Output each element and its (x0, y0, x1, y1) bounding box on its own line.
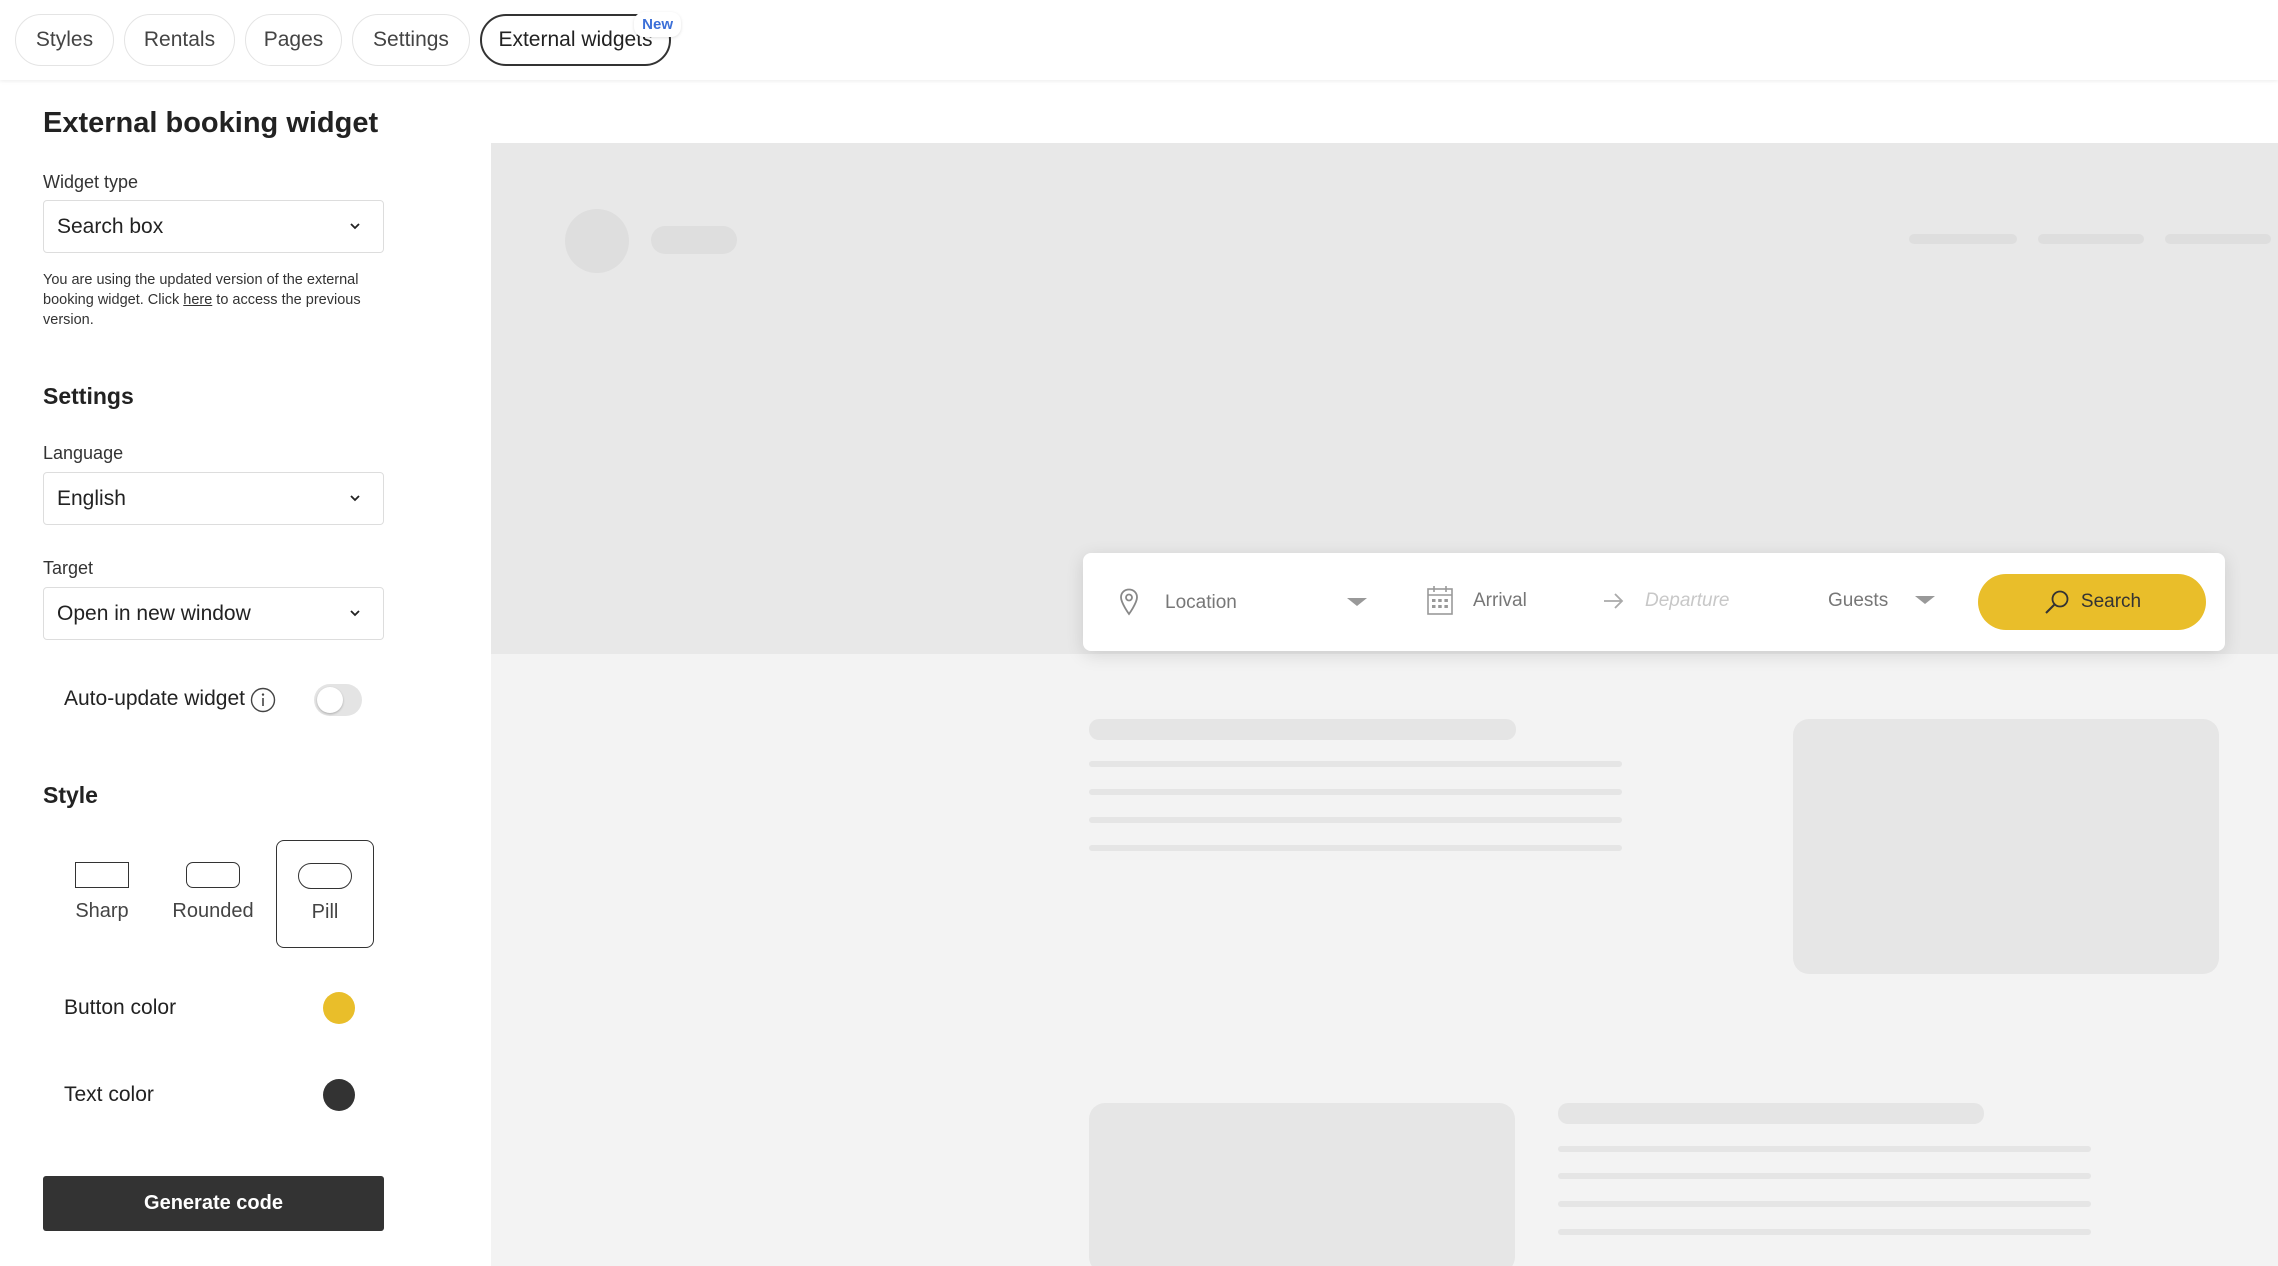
skeleton-line (1089, 789, 1622, 795)
caret-down-icon[interactable] (1913, 593, 1937, 607)
skeleton-logo (565, 209, 629, 273)
skeleton-line (1089, 845, 1622, 851)
version-note: You are using the updated version of the… (43, 270, 388, 330)
language-value: English (57, 486, 126, 510)
skeleton-heading (1089, 719, 1516, 740)
target-value: Open in new window (57, 601, 251, 625)
skeleton-heading (1558, 1103, 1984, 1124)
target-label: Target (43, 558, 94, 578)
skeleton-line (1089, 761, 1622, 767)
tab-styles[interactable]: Styles (15, 14, 114, 66)
tab-label: External widgets (498, 28, 653, 51)
skeleton-line (1558, 1173, 2091, 1179)
tab-rentals[interactable]: Rentals (124, 14, 235, 66)
skeleton-line (1558, 1146, 2091, 1152)
widget-type-label: Widget type (43, 172, 139, 192)
rounded-shape-icon (186, 862, 240, 888)
text-color-label: Text color (64, 1083, 154, 1106)
skeleton-line (1089, 817, 1622, 823)
skeleton-line (1558, 1201, 2091, 1207)
tab-external-widgets[interactable]: External widgets New (480, 12, 681, 66)
search-button-label: Search (2080, 591, 2142, 612)
chevron-down-icon (350, 223, 360, 230)
auto-update-toggle[interactable] (314, 684, 362, 716)
sharp-shape-icon (75, 862, 129, 888)
target-select[interactable]: Open in new window (43, 587, 384, 640)
skeleton-image (1793, 719, 2219, 974)
style-heading: Style (43, 782, 98, 808)
language-label: Language (43, 443, 124, 463)
style-option-label: Pill (311, 901, 339, 923)
pill-shape-icon (298, 863, 352, 889)
previous-version-link[interactable]: here (183, 292, 212, 308)
panel-title: External booking widget (43, 107, 379, 139)
text-color-swatch[interactable] (323, 1079, 355, 1111)
chevron-down-icon (350, 495, 360, 502)
toggle-knob (317, 687, 343, 713)
arrow-right-icon (1604, 593, 1624, 609)
search-button[interactable]: Search (1978, 574, 2206, 630)
skeleton-nav-item (2165, 234, 2271, 244)
top-tab-bar: Styles Rentals Pages Settings External w… (0, 0, 2278, 80)
info-icon[interactable] (250, 687, 276, 713)
new-badge: New (634, 12, 681, 37)
settings-heading: Settings (43, 383, 134, 409)
widget-type-select[interactable]: Search box (43, 200, 384, 253)
departure-field[interactable]: Departure (1645, 590, 1730, 612)
skeleton-image (1089, 1103, 1515, 1266)
skeleton-nav-item (2038, 234, 2144, 244)
language-select[interactable]: English (43, 472, 384, 525)
skeleton-nav-item (1909, 234, 2017, 244)
generate-code-button[interactable]: Generate code (43, 1176, 384, 1231)
search-icon (2045, 590, 2069, 614)
style-option-rounded[interactable]: Rounded (164, 840, 262, 948)
chevron-down-icon (350, 610, 360, 617)
caret-down-icon[interactable] (1345, 595, 1369, 609)
style-option-label: Sharp (75, 900, 129, 922)
button-color-label: Button color (64, 996, 177, 1019)
arrival-field[interactable]: Arrival (1473, 590, 1527, 612)
guests-field[interactable]: Guests (1828, 590, 1888, 612)
widget-type-value: Search box (57, 214, 164, 238)
button-color-swatch[interactable] (323, 992, 355, 1024)
auto-update-label: Auto-update widget (64, 687, 245, 710)
search-box-widget: Location Arrival Departure Guests Search (1083, 553, 2225, 651)
tab-settings[interactable]: Settings (352, 14, 470, 66)
style-option-pill[interactable]: Pill (276, 840, 374, 948)
skeleton-brand (651, 226, 737, 254)
skeleton-line (1558, 1229, 2091, 1235)
style-option-sharp[interactable]: Sharp (53, 840, 151, 948)
style-option-label: Rounded (172, 900, 254, 922)
calendar-icon (1427, 586, 1453, 615)
location-field[interactable]: Location (1165, 592, 1237, 614)
tab-pages[interactable]: Pages (245, 14, 342, 66)
location-pin-icon (1120, 588, 1138, 616)
